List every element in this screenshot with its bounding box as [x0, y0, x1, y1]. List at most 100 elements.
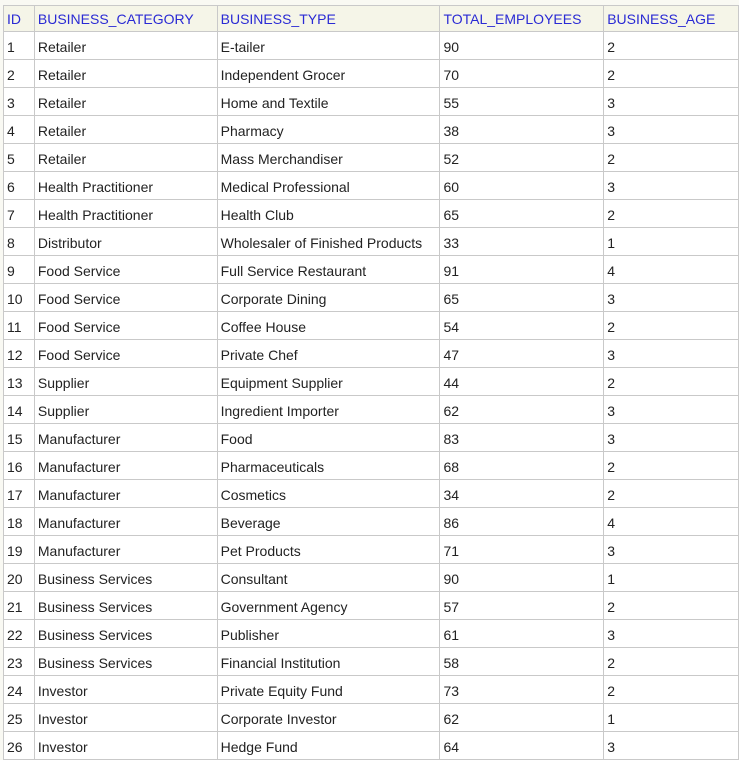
cell-business-category: Manufacturer: [33, 535, 218, 564]
cell-business-category: Business Services: [33, 619, 218, 648]
cell-business-type: Coffee House: [216, 311, 441, 340]
table-row: 19 Manufacturer Pet Products 71 3: [3, 535, 739, 564]
cell-business-type: Food: [216, 423, 441, 452]
cell-id: 13: [3, 367, 35, 396]
cell-total-employees: 61: [439, 619, 605, 648]
cell-total-employees: 60: [439, 171, 605, 200]
cell-business-type: Full Service Restaurant: [216, 255, 441, 284]
cell-total-employees: 38: [439, 115, 605, 144]
cell-business-age: 3: [603, 731, 739, 760]
cell-business-type: Home and Textile: [216, 87, 441, 116]
cell-business-age: 4: [603, 255, 739, 284]
column-header-business-category[interactable]: BUSINESS_CATEGORY: [33, 5, 218, 32]
cell-business-category: Health Practitioner: [33, 171, 218, 200]
table-row: 14 Supplier Ingredient Importer 62 3: [3, 395, 739, 424]
cell-total-employees: 62: [439, 703, 605, 732]
cell-id: 12: [3, 339, 35, 368]
cell-id: 19: [3, 535, 35, 564]
cell-business-category: Manufacturer: [33, 451, 218, 480]
cell-business-age: 3: [603, 87, 739, 116]
table-row: 2 Retailer Independent Grocer 70 2: [3, 59, 739, 88]
cell-id: 26: [3, 731, 35, 760]
header-row: ID BUSINESS_CATEGORY BUSINESS_TYPE TOTAL…: [3, 5, 739, 32]
cell-business-category: Food Service: [33, 283, 218, 312]
cell-total-employees: 70: [439, 59, 605, 88]
cell-id: 23: [3, 647, 35, 676]
cell-total-employees: 58: [439, 647, 605, 676]
cell-business-category: Business Services: [33, 647, 218, 676]
cell-total-employees: 90: [439, 563, 605, 592]
cell-total-employees: 83: [439, 423, 605, 452]
cell-business-category: Distributor: [33, 227, 218, 256]
cell-business-age: 1: [603, 563, 739, 592]
cell-business-category: Retailer: [33, 59, 218, 88]
table-row: 6 Health Practitioner Medical Professional…: [3, 171, 739, 200]
table-row: 1 Retailer E-tailer 90 2: [3, 31, 739, 60]
cell-total-employees: 54: [439, 311, 605, 340]
cell-total-employees: 64: [439, 731, 605, 760]
cell-business-category: Supplier: [33, 395, 218, 424]
cell-business-category: Manufacturer: [33, 423, 218, 452]
cell-business-type: Corporate Dining: [216, 283, 441, 312]
cell-business-type: Independent Grocer: [216, 59, 441, 88]
cell-business-category: Food Service: [33, 339, 218, 368]
cell-business-age: 2: [603, 143, 739, 172]
column-header-business-age[interactable]: BUSINESS_AGE: [603, 5, 739, 32]
table-row: 23 Business Services Financial Institution…: [3, 647, 739, 676]
cell-id: 10: [3, 283, 35, 312]
cell-id: 7: [3, 199, 35, 228]
cell-id: 3: [3, 87, 35, 116]
cell-id: 24: [3, 675, 35, 704]
cell-business-category: Investor: [33, 731, 218, 760]
column-header-business-type[interactable]: BUSINESS_TYPE: [216, 5, 441, 32]
table-row: 7 Health Practitioner Health Club 65 2: [3, 199, 739, 228]
cell-business-type: Hedge Fund: [216, 731, 441, 760]
table-row: 24 Investor Private Equity Fund 73 2: [3, 675, 739, 704]
cell-business-category: Business Services: [33, 563, 218, 592]
cell-business-category: Food Service: [33, 255, 218, 284]
cell-id: 2: [3, 59, 35, 88]
cell-business-age: 4: [603, 507, 739, 536]
cell-business-category: Investor: [33, 675, 218, 704]
cell-id: 21: [3, 591, 35, 620]
cell-business-age: 3: [603, 339, 739, 368]
column-header-id[interactable]: ID: [3, 5, 35, 32]
cell-business-type: Government Agency: [216, 591, 441, 620]
cell-total-employees: 73: [439, 675, 605, 704]
table-row: 11 Food Service Coffee House 54 2: [3, 311, 739, 340]
table-row: 13 Supplier Equipment Supplier 44 2: [3, 367, 739, 396]
cell-total-employees: 47: [439, 339, 605, 368]
cell-id: 8: [3, 227, 35, 256]
cell-business-type: Pet Products: [216, 535, 441, 564]
cell-total-employees: 34: [439, 479, 605, 508]
cell-total-employees: 91: [439, 255, 605, 284]
cell-business-age: 3: [603, 423, 739, 452]
cell-business-type: Mass Merchandiser: [216, 143, 441, 172]
cell-total-employees: 57: [439, 591, 605, 620]
cell-business-type: Equipment Supplier: [216, 367, 441, 396]
table-row: 15 Manufacturer Food 83 3: [3, 423, 739, 452]
column-header-total-employees[interactable]: TOTAL_EMPLOYEES: [439, 5, 605, 32]
cell-business-type: Medical Professional: [216, 171, 441, 200]
cell-business-type: Cosmetics: [216, 479, 441, 508]
cell-total-employees: 71: [439, 535, 605, 564]
cell-business-category: Retailer: [33, 115, 218, 144]
table-row: 25 Investor Corporate Investor 62 1: [3, 703, 739, 732]
table-row: 10 Food Service Corporate Dining 65 3: [3, 283, 739, 312]
table-row: 5 Retailer Mass Merchandiser 52 2: [3, 143, 739, 172]
table-row: 20 Business Services Consultant 90 1: [3, 563, 739, 592]
cell-business-age: 2: [603, 451, 739, 480]
cell-total-employees: 65: [439, 283, 605, 312]
cell-business-age: 3: [603, 535, 739, 564]
cell-business-age: 1: [603, 227, 739, 256]
table-row: 16 Manufacturer Pharmaceuticals 68 2: [3, 451, 739, 480]
table-row: 3 Retailer Home and Textile 55 3: [3, 87, 739, 116]
cell-id: 20: [3, 563, 35, 592]
cell-business-type: Private Equity Fund: [216, 675, 441, 704]
cell-business-category: Investor: [33, 703, 218, 732]
cell-business-category: Health Practitioner: [33, 199, 218, 228]
cell-total-employees: 86: [439, 507, 605, 536]
cell-id: 15: [3, 423, 35, 452]
cell-total-employees: 44: [439, 367, 605, 396]
results-grid-container: ID BUSINESS_CATEGORY BUSINESS_TYPE TOTAL…: [3, 5, 739, 760]
